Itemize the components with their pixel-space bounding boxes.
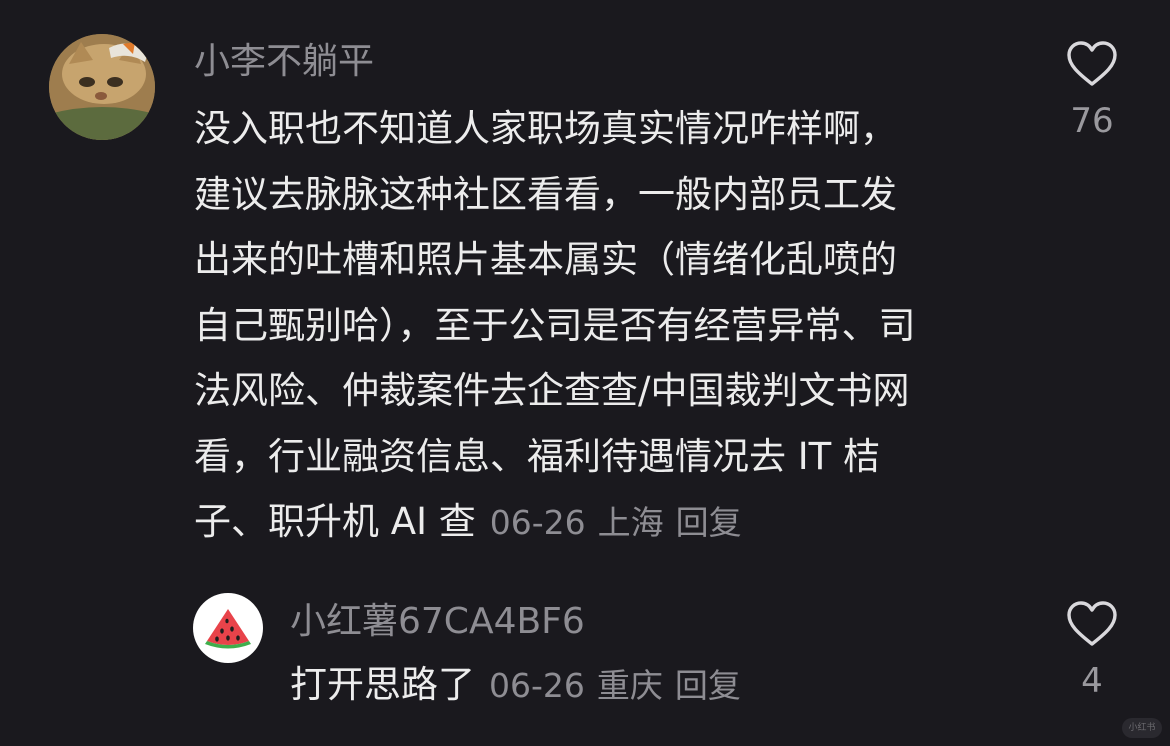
comment-meta: 06-26 上海 回复	[490, 503, 742, 542]
heart-outline-icon	[1067, 601, 1117, 646]
comment-line: 自己甄别哈），至于公司是否有经营异常、司	[194, 303, 916, 347]
like-button[interactable]: 4	[1052, 600, 1132, 698]
username[interactable]: 小红薯67CA4BF6	[290, 604, 585, 640]
comment-line: 打开思路了	[290, 663, 475, 706]
comment-location: 重庆	[596, 666, 663, 705]
comment-date: 06-26	[489, 503, 586, 542]
avatar[interactable]	[193, 593, 263, 663]
comment-text: 没入职也不知道人家职场真实情况咋样啊， 建议去脉脉这种社区看看，一般内部员工发 …	[194, 96, 916, 556]
reply-button[interactable]: 回复	[675, 666, 741, 705]
avatar[interactable]	[49, 34, 155, 140]
reply-comment-item: 小红薯67CA4BF6 打开思路了 06-26 重庆 回复 4	[0, 560, 1170, 746]
like-count: 4	[1081, 661, 1103, 701]
comment-location: 上海	[597, 503, 664, 542]
comment-line: 法风险、仲裁案件去企查查/中国裁判文书网	[194, 369, 910, 412]
comment-line: 出来的吐槽和照片基本属实（情绪化乱喷的	[194, 238, 897, 281]
like-count: 76	[1070, 101, 1114, 141]
comment-text: 打开思路了 06-26 重庆 回复	[290, 652, 741, 719]
comment-line: 没入职也不知道人家职场真实情况咋样啊，	[194, 107, 897, 150]
comment-line-last: 子、职升机 AI 查 06-26 上海 回复	[194, 489, 916, 556]
heart-outline-icon	[1067, 41, 1117, 86]
cat-photo-avatar-icon	[49, 34, 155, 140]
username[interactable]: 小李不躺平	[194, 44, 374, 80]
comment-line: 子、职升机 AI 查	[194, 500, 476, 543]
reply-button[interactable]: 回复	[676, 503, 742, 542]
comment-line: 看，行业融资信息、福利待遇情况去 IT 桔	[194, 434, 881, 478]
comment-meta: 06-26 重庆 回复	[489, 666, 741, 705]
comment-item: 小李不躺平 没入职也不知道人家职场真实情况咋样啊， 建议去脉脉这种社区看看，一般…	[0, 0, 1170, 560]
watermelon-avatar-icon	[205, 609, 251, 649]
watermark-logo: 小红书	[1122, 718, 1162, 738]
like-button[interactable]: 76	[1052, 40, 1132, 138]
comment-line-last: 打开思路了 06-26 重庆 回复	[290, 652, 741, 719]
comment-line: 建议去脉脉这种社区看看，一般内部员工发	[194, 172, 897, 216]
comment-date: 06-26	[489, 666, 585, 705]
